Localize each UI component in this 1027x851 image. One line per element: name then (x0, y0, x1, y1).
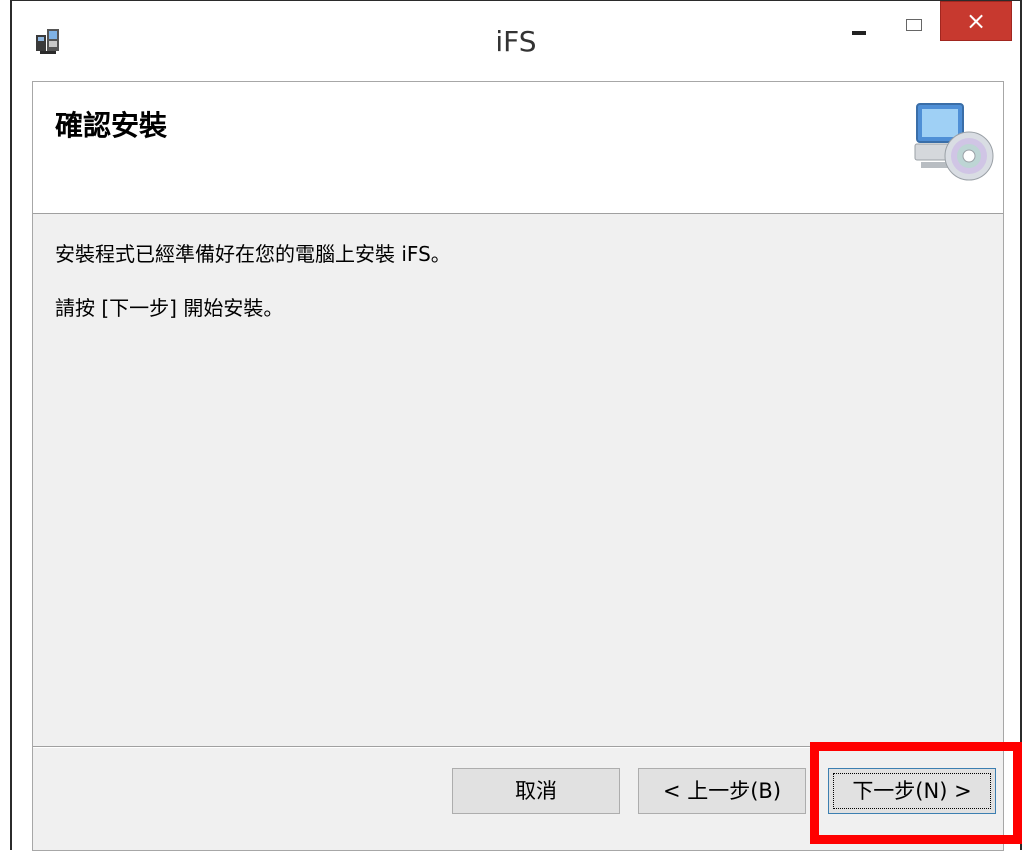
instruction-message: 請按 [下一步] 開始安裝。 (55, 296, 284, 320)
header-panel: 確認安裝 (33, 82, 1003, 214)
cancel-button[interactable]: 取消 (452, 768, 620, 814)
close-button[interactable]: × (940, 1, 1012, 41)
title-bar: iFS × (12, 1, 1020, 81)
computer-cd-icon (914, 103, 994, 181)
ready-message: 安裝程式已經準備好在您的電腦上安裝 iFS。 (55, 242, 451, 266)
highlight-box (810, 742, 1022, 844)
back-button[interactable]: < 上一步(B) (638, 768, 806, 814)
maximize-button[interactable] (890, 1, 940, 41)
minimize-button[interactable] (830, 1, 890, 41)
page-title: 確認安裝 (55, 109, 168, 142)
installer-window: iFS × 確認安裝 安裝程式已經準備好在您的電腦上安裝 iFS。 請按 [下一… (10, 0, 1022, 851)
dialog-content: 確認安裝 安裝程式已經準備好在您的電腦上安裝 iFS。 請按 [下一步] 開始安… (32, 81, 1004, 851)
